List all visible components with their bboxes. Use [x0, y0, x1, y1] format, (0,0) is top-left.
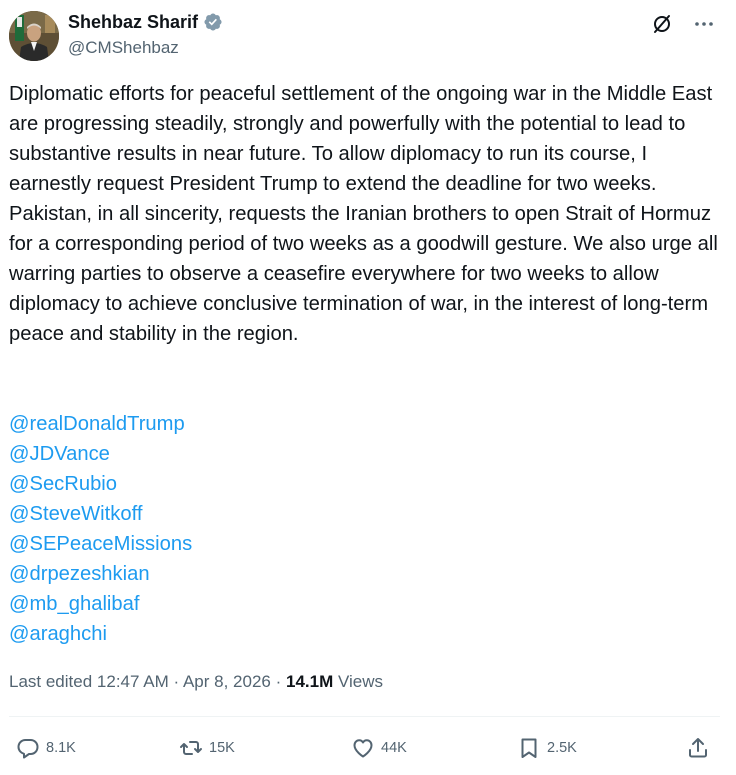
repost-icon — [179, 736, 203, 760]
views-label: Views — [337, 672, 384, 691]
author-handle[interactable]: @CMShehbaz — [68, 37, 179, 59]
author-name-row: Shehbaz Sharif — [68, 10, 223, 34]
author-display-name[interactable]: Shehbaz Sharif — [68, 10, 198, 34]
tweet-time[interactable]: 12:47 AM — [97, 672, 169, 691]
like-button[interactable]: 44K — [351, 732, 407, 764]
mention-link[interactable]: @JDVance — [9, 439, 192, 469]
reply-icon — [16, 736, 40, 760]
mention-link[interactable]: @realDonaldTrump — [9, 409, 192, 439]
like-icon — [351, 736, 375, 760]
bookmark-count: 2.5K — [547, 740, 577, 756]
tweet-text: Diplomatic efforts for peaceful settleme… — [9, 79, 721, 349]
mention-link[interactable]: @drpezeshkian — [9, 559, 192, 589]
mention-link[interactable]: @araghchi — [9, 619, 192, 649]
reply-button[interactable]: 8.1K — [16, 732, 76, 764]
repost-button[interactable]: 15K — [179, 732, 235, 764]
edited-label[interactable]: Last edited — [9, 672, 92, 691]
meta-separator: · — [275, 672, 282, 691]
repost-count: 15K — [209, 740, 235, 756]
share-icon — [686, 736, 710, 760]
meta-separator: · — [173, 672, 180, 691]
tweet-date[interactable]: Apr 8, 2026 — [183, 672, 271, 691]
verified-badge-icon[interactable] — [203, 12, 223, 32]
like-count: 44K — [381, 740, 407, 756]
tweet: Shehbaz Sharif @CMShehbaz Diplomatic eff… — [0, 0, 736, 775]
tweet-meta: Last edited 12:47 AM · Apr 8, 2026 · 14.… — [9, 670, 383, 694]
views-count: 14.1M — [286, 672, 334, 691]
mention-link[interactable]: @mb_ghalibaf — [9, 589, 192, 619]
action-bar: 8.1K 15K 44K 2.5K — [0, 732, 736, 764]
reply-count: 8.1K — [46, 740, 76, 756]
grok-icon[interactable] — [650, 12, 674, 36]
bookmark-button[interactable]: 2.5K — [517, 732, 577, 764]
avatar-image — [9, 11, 59, 61]
bookmark-icon — [517, 736, 541, 760]
tweet-text-content: Diplomatic efforts for peaceful settleme… — [9, 83, 718, 345]
mention-link[interactable]: @SecRubio — [9, 469, 192, 499]
divider — [9, 716, 720, 717]
mention-link[interactable]: @SEPeaceMissions — [9, 529, 192, 559]
tweet-mentions: @realDonaldTrump @JDVance @SecRubio @Ste… — [9, 409, 192, 649]
avatar[interactable] — [9, 11, 59, 61]
share-button[interactable] — [686, 732, 710, 764]
mention-link[interactable]: @SteveWitkoff — [9, 499, 192, 529]
more-icon[interactable] — [692, 12, 716, 36]
tweet-top-actions — [650, 12, 716, 36]
